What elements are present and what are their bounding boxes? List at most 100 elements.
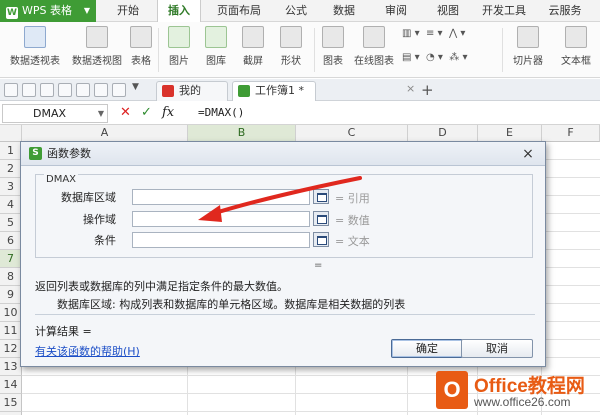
menu-tab-formulas[interactable]: 公式: [278, 0, 314, 22]
menu-tab-review[interactable]: 审阅: [378, 0, 414, 22]
menu-tab-page-layout[interactable]: 页面布局: [208, 0, 270, 22]
menu-tab-data[interactable]: 数据: [326, 0, 362, 22]
collapse-dialog-icon[interactable]: [313, 189, 329, 204]
row-header-13[interactable]: 13: [0, 358, 22, 376]
row-header-8[interactable]: 8: [0, 268, 22, 286]
add-tab-button[interactable]: +: [421, 81, 434, 99]
column-header-d[interactable]: D: [408, 125, 478, 142]
dialog-divider: [35, 314, 535, 315]
column-header-e[interactable]: E: [478, 125, 542, 142]
row-header-2[interactable]: 2: [0, 160, 22, 178]
menu-tab-developer[interactable]: 开发工具: [478, 0, 530, 22]
formula-input[interactable]: =DMAX(): [194, 104, 598, 123]
picture-label: 图片: [169, 56, 189, 67]
print-icon[interactable]: [40, 83, 54, 97]
row-header-15[interactable]: 15: [0, 394, 22, 412]
column-header-a[interactable]: A: [22, 125, 188, 142]
menu-tab-start[interactable]: 开始: [108, 0, 148, 22]
print-preview-icon[interactable]: [58, 83, 72, 97]
tab-close-icon[interactable]: ×: [406, 82, 415, 95]
shapes-button[interactable]: 形状: [274, 26, 308, 76]
textbox-button[interactable]: 文本框: [554, 26, 598, 76]
function-arguments-dialog: S 函数参数 × DMAX 数据库区域 = 引用 操作域 = 数值 条件 = 文…: [20, 141, 546, 367]
chart-types-row-2[interactable]: ▤ ▾ ◔ ▾ ⁂ ▾: [402, 52, 498, 66]
field-input[interactable]: [132, 211, 310, 227]
function-description: 返回列表或数据库的列中满足指定条件的最大数值。: [35, 280, 288, 293]
formula-bar: DMAX ▼ ✕ ✓ fx =DMAX(): [0, 102, 600, 125]
picture-button[interactable]: 图片: [162, 26, 196, 76]
row-header-3[interactable]: 3: [0, 178, 22, 196]
chart-button[interactable]: 图表: [318, 26, 348, 76]
function-name-label: DMAX: [44, 174, 79, 185]
function-help-link[interactable]: 有关该函数的帮助(H): [35, 343, 140, 359]
dialog-title-bar[interactable]: S 函数参数 ×: [21, 142, 545, 166]
table-label: 表格: [131, 56, 151, 67]
slicer-button[interactable]: 切片器: [506, 26, 550, 76]
ok-button[interactable]: 确定: [391, 339, 463, 358]
tab-workbook[interactable]: 工作簿1 *: [232, 81, 316, 101]
menu-tab-insert[interactable]: 插入: [157, 0, 201, 23]
gallery-icon: [205, 26, 227, 48]
name-box-value: DMAX: [33, 107, 67, 120]
open-icon[interactable]: [4, 83, 18, 97]
office-logo-icon: O: [436, 371, 468, 409]
pivot-chart-button[interactable]: 数据透视图: [66, 26, 128, 76]
watermark-url: www.office26.com: [474, 395, 571, 409]
pivot-chart-icon: [86, 26, 108, 48]
dialog-title: 函数参数: [47, 147, 91, 160]
slicer-label: 切片器: [513, 56, 543, 67]
save-icon[interactable]: [22, 83, 36, 97]
cancel-button[interactable]: 取消: [461, 339, 533, 358]
row-header-14[interactable]: 14: [0, 376, 22, 394]
database-range-input[interactable]: [132, 189, 310, 205]
pivot-table-button[interactable]: 数据透视表: [4, 26, 66, 76]
chevron-down-icon: ▼: [97, 109, 104, 118]
row-header-12[interactable]: 12: [0, 340, 22, 358]
chart-types-row-1[interactable]: ▥ ▾ ≡ ▾ ⋀ ▾: [402, 28, 498, 42]
ribbon-divider: [314, 28, 315, 72]
criteria-input[interactable]: [132, 232, 310, 248]
row-header-11[interactable]: 11: [0, 322, 22, 340]
textbox-icon: [565, 26, 587, 48]
row-header-7[interactable]: 7: [0, 250, 22, 268]
select-all-corner[interactable]: [0, 125, 22, 142]
function-result-equals: =: [314, 260, 323, 271]
collapse-dialog-icon[interactable]: [313, 232, 329, 247]
row-header-9[interactable]: 9: [0, 286, 22, 304]
param-hint-field: = 数值: [335, 214, 370, 227]
gallery-button[interactable]: 图库: [198, 26, 234, 76]
row-header-10[interactable]: 10: [0, 304, 22, 322]
chevron-down-icon[interactable]: ▼: [132, 82, 139, 92]
app-menu-button[interactable]: W WPS 表格 ▼: [0, 0, 96, 22]
parameter-description: 数据库区域: 构成列表和数据库的单元格区域。数据库是相关数据的列表: [57, 298, 406, 311]
cancel-formula-icon[interactable]: ✕: [120, 104, 131, 122]
app-name: WPS 表格: [22, 4, 72, 17]
column-header-c[interactable]: C: [296, 125, 408, 142]
tab-my-wps[interactable]: 我的WPS: [156, 81, 228, 115]
row-header-4[interactable]: 4: [0, 196, 22, 214]
menu-bar: W WPS 表格 ▼ 开始 插入 页面布局 公式 数据 审阅 视图 开发工具 云服…: [0, 0, 600, 23]
table-button[interactable]: 表格: [128, 26, 154, 76]
screenshot-button[interactable]: 截屏: [236, 26, 270, 76]
undo-icon[interactable]: [76, 83, 90, 97]
enter-formula-icon[interactable]: ✓: [141, 104, 152, 122]
row-header-6[interactable]: 6: [0, 232, 22, 250]
menu-tab-cloud[interactable]: 云服务: [540, 0, 590, 22]
insert-function-icon[interactable]: fx: [162, 104, 174, 122]
param-hint-database: = 引用: [335, 192, 370, 205]
column-header-b[interactable]: B: [188, 125, 296, 142]
row-header-1[interactable]: 1: [0, 142, 22, 160]
close-icon[interactable]: ×: [520, 146, 536, 162]
collapse-dialog-icon[interactable]: [313, 211, 329, 226]
name-box[interactable]: DMAX ▼: [2, 104, 108, 123]
table-icon: [130, 26, 152, 48]
row-header-5[interactable]: 5: [0, 214, 22, 232]
wps-home-icon: [162, 85, 174, 97]
menu-tab-view[interactable]: 视图: [430, 0, 466, 22]
column-header-f[interactable]: F: [542, 125, 600, 142]
redo-icon[interactable]: [94, 83, 108, 97]
wps-logo-icon: W: [6, 7, 18, 19]
format-painter-icon[interactable]: [112, 83, 126, 97]
online-chart-button[interactable]: 在线图表: [350, 26, 398, 76]
pivot-table-label: 数据透视表: [10, 56, 60, 67]
